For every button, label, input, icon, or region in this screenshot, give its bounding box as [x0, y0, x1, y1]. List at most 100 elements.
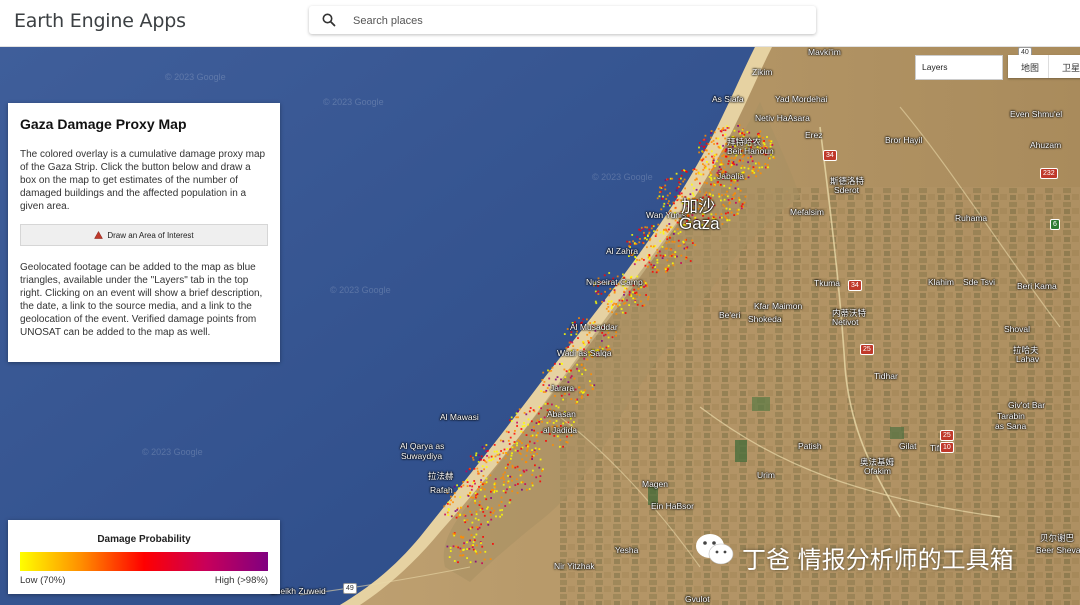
- damage-point: [672, 233, 675, 235]
- damage-point: [476, 493, 479, 495]
- damage-point: [478, 472, 480, 475]
- damage-point: [550, 369, 553, 372]
- damage-point: [703, 145, 706, 148]
- damage-point: [503, 481, 505, 483]
- draw-area-button[interactable]: Draw an Area of Interest: [20, 224, 268, 246]
- damage-point: [459, 513, 462, 516]
- damage-point: [516, 444, 518, 447]
- damage-point: [446, 503, 449, 505]
- damage-point: [470, 513, 473, 516]
- damage-point: [676, 187, 679, 189]
- damage-point: [712, 139, 715, 142]
- damage-point: [485, 477, 488, 480]
- app-title: Earth Engine Apps: [14, 10, 186, 32]
- damage-point: [700, 158, 702, 161]
- map-type-map-button[interactable]: 地图: [1008, 55, 1048, 78]
- damage-point: [474, 539, 476, 542]
- damage-point: [516, 450, 519, 452]
- damage-point: [511, 490, 514, 493]
- damage-point: [668, 228, 670, 231]
- damage-point: [538, 466, 541, 469]
- damage-point: [615, 303, 617, 306]
- layers-dropdown[interactable]: Layers: [915, 55, 1003, 80]
- damage-point: [648, 232, 650, 235]
- place-label: 拉法赫: [428, 471, 454, 481]
- damage-point: [617, 305, 619, 308]
- damage-point: [565, 441, 568, 443]
- damage-point: [656, 197, 659, 200]
- damage-point: [666, 238, 669, 241]
- damage-point: [582, 340, 585, 343]
- legend-low-label: Low (70%): [20, 575, 66, 586]
- damage-point: [456, 484, 458, 487]
- damage-point: [724, 137, 726, 140]
- damage-point: [624, 287, 626, 290]
- damage-point: [644, 264, 647, 267]
- damage-point: [580, 364, 583, 366]
- damage-point: [541, 420, 543, 423]
- search-icon: [322, 13, 336, 27]
- damage-point: [603, 334, 605, 337]
- damage-point: [510, 454, 513, 457]
- place-label: Beri Kama: [1017, 281, 1057, 291]
- damage-point: [566, 328, 569, 330]
- damage-point: [472, 458, 475, 461]
- place-label: Sderot: [834, 185, 860, 195]
- damage-point: [666, 203, 669, 206]
- damage-point: [447, 514, 450, 516]
- damage-point: [477, 519, 480, 521]
- road-shield: 6: [1050, 219, 1060, 230]
- damage-point: [708, 176, 711, 178]
- damage-point: [734, 156, 737, 159]
- damage-point: [719, 145, 722, 148]
- search-input[interactable]: [351, 10, 795, 32]
- damage-point: [710, 177, 713, 179]
- damage-point: [569, 376, 572, 379]
- damage-point: [516, 491, 519, 494]
- map-type-satellite-button[interactable]: 卫星: [1048, 55, 1080, 78]
- damage-point: [504, 457, 507, 460]
- damage-point: [626, 299, 628, 302]
- wechat-icon: [696, 534, 734, 565]
- damage-point: [658, 195, 661, 198]
- damage-point: [713, 177, 716, 180]
- damage-point: [647, 234, 649, 237]
- damage-point: [504, 505, 507, 507]
- damage-point: [618, 299, 621, 302]
- damage-point: [450, 495, 452, 498]
- damage-point: [717, 127, 720, 130]
- damage-point: [621, 311, 624, 314]
- damage-point: [712, 165, 715, 167]
- damage-point: [508, 501, 511, 504]
- damage-point: [527, 423, 529, 426]
- damage-point: [533, 442, 536, 445]
- search-box[interactable]: [309, 6, 816, 34]
- damage-point: [453, 492, 456, 494]
- damage-point: [470, 534, 473, 537]
- damage-point: [668, 241, 671, 243]
- damage-point: [739, 132, 741, 135]
- damage-point: [712, 157, 715, 160]
- damage-point: [469, 455, 472, 458]
- damage-point: [591, 384, 594, 387]
- damage-point: [717, 137, 720, 140]
- place-label: Be'eri: [719, 310, 741, 320]
- damage-point: [546, 387, 549, 389]
- damage-point: [601, 332, 604, 334]
- damage-point: [480, 542, 482, 544]
- place-label: Al Musaddar: [570, 322, 618, 332]
- damage-point: [466, 479, 469, 481]
- damage-point: [542, 391, 545, 393]
- damage-point: [605, 307, 608, 310]
- damage-point: [747, 157, 750, 159]
- damage-point: [484, 550, 487, 553]
- damage-point: [661, 257, 664, 259]
- damage-point: [632, 240, 634, 243]
- damage-point: [469, 510, 472, 513]
- damage-point: [767, 164, 769, 166]
- damage-point: [572, 345, 575, 347]
- damage-point: [664, 179, 667, 182]
- damage-point: [553, 435, 556, 437]
- damage-point: [490, 507, 493, 510]
- damage-point: [459, 554, 462, 557]
